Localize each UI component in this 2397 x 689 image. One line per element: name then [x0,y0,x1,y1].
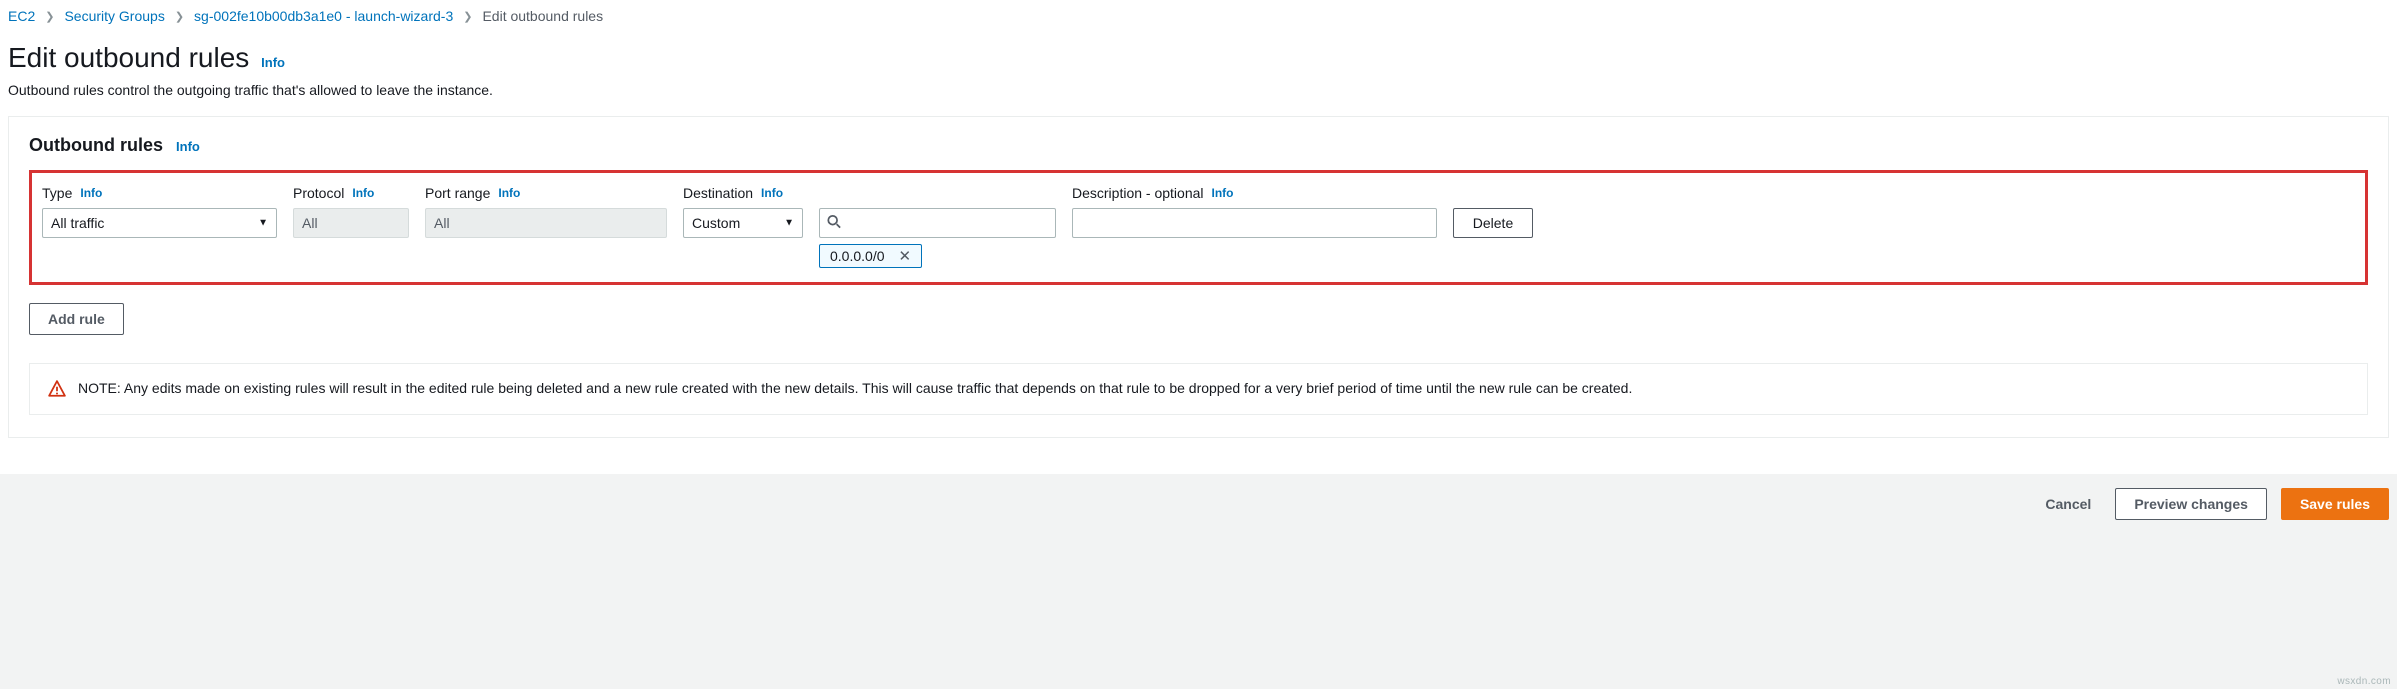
page-description: Outbound rules control the outgoing traf… [8,82,2389,98]
info-link-port[interactable]: Info [498,186,520,200]
breadcrumb: EC2 ❯ Security Groups ❯ sg-002fe10b00db3… [8,8,2389,32]
rules-highlight-box: Type Info All traffic ▼ Protocol Info [29,170,2368,285]
note-box: NOTE: Any edits made on existing rules w… [29,363,2368,415]
breadcrumb-link-ec2[interactable]: EC2 [8,8,35,24]
destination-type-select[interactable]: Custom ▼ [683,208,803,238]
info-link-description[interactable]: Info [1212,186,1234,200]
type-select[interactable]: All traffic ▼ [42,208,277,238]
chevron-right-icon: ❯ [463,10,472,23]
port-range-input [425,208,667,238]
add-rule-button[interactable]: Add rule [29,303,124,335]
info-link-type[interactable]: Info [80,186,102,200]
breadcrumb-link-security-groups[interactable]: Security Groups [64,8,164,24]
label-description: Description - optional [1072,185,1204,201]
destination-type-value: Custom [692,215,740,231]
info-link-protocol[interactable]: Info [352,186,374,200]
info-link-header[interactable]: Info [261,55,285,70]
chevron-right-icon: ❯ [175,10,184,23]
chevron-down-icon: ▼ [258,218,268,229]
remove-tag-icon[interactable]: ✕ [895,247,916,265]
watermark: wsxdn.com [2337,676,2391,687]
label-protocol: Protocol [293,185,344,201]
col-delete: . Delete [1453,185,1533,238]
footer: Cancel Preview changes Save rules [0,474,2397,524]
info-link-panel[interactable]: Info [176,139,200,154]
destination-search-input[interactable] [819,208,1056,238]
chevron-down-icon: ▼ [784,218,794,229]
panel-title-text: Outbound rules [29,135,163,155]
destination-cidr-value: 0.0.0.0/0 [830,248,885,264]
note-text: NOTE: Any edits made on existing rules w… [78,380,1632,396]
label-port-range: Port range [425,185,490,201]
label-destination: Destination [683,185,753,201]
label-type: Type [42,185,72,201]
destination-cidr-tag: 0.0.0.0/0 ✕ [819,244,922,268]
outbound-rules-panel: Outbound rules Info Type Info All traffi… [8,116,2389,438]
col-port-range: Port range Info [425,185,667,238]
protocol-input [293,208,409,238]
save-rules-button[interactable]: Save rules [2281,488,2389,520]
chevron-right-icon: ❯ [45,10,54,23]
description-input[interactable] [1072,208,1437,238]
breadcrumb-current: Edit outbound rules [482,8,603,24]
col-destination: Destination Info Custom ▼ [683,185,1056,268]
breadcrumb-link-sg[interactable]: sg-002fe10b00db3a1e0 - launch-wizard-3 [194,8,453,24]
col-type: Type Info All traffic ▼ [42,185,277,238]
warning-icon [48,380,66,398]
col-description: Description - optional Info [1072,185,1437,238]
type-select-value: All traffic [51,215,104,231]
delete-button[interactable]: Delete [1453,208,1533,238]
page-title: Edit outbound rules [8,42,249,74]
col-protocol: Protocol Info [293,185,409,238]
preview-changes-button[interactable]: Preview changes [2115,488,2267,520]
panel-title: Outbound rules Info [29,135,2368,156]
cancel-button[interactable]: Cancel [2035,490,2101,518]
info-link-destination[interactable]: Info [761,186,783,200]
